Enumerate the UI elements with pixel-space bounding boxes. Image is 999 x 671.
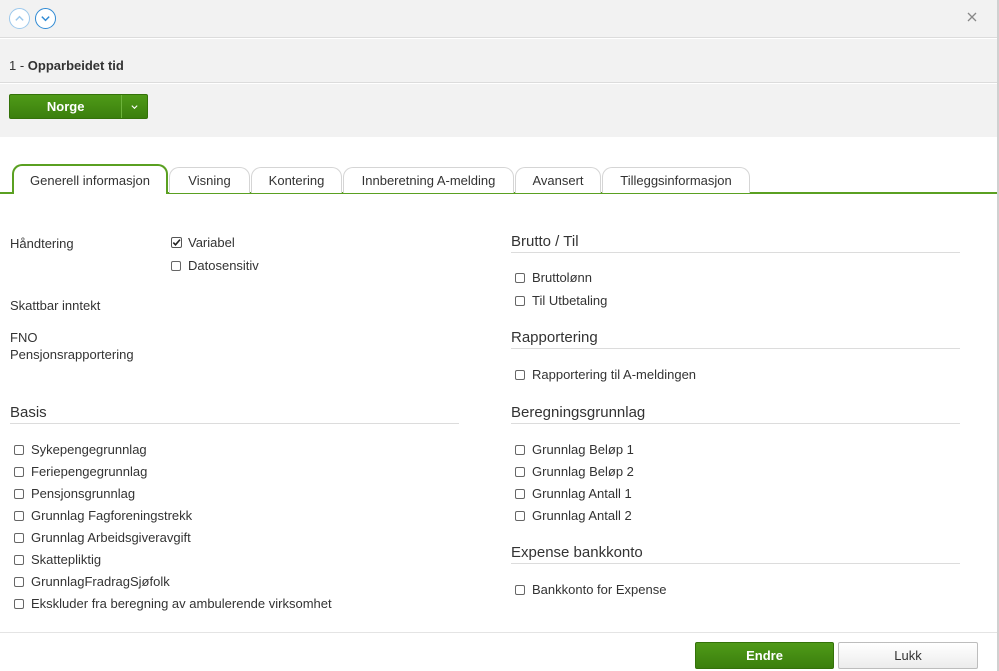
rapportering-divider [511,348,960,349]
checkbox-label: GrunnlagFradragSjøfolk [31,574,170,589]
grunnlag-antall-1-checkbox[interactable]: Grunnlag Antall 1 [515,486,632,501]
tab-label: Kontering [268,173,325,188]
checkbox-icon [515,295,525,306]
checkbox-icon [515,369,525,380]
checkbox-label: Bankkonto for Expense [532,582,667,597]
checkbox-label: Til Utbetaling [532,293,608,308]
checkbox-icon [515,272,525,283]
rapportering-section-title: Rapportering [511,329,598,346]
country-split-button: Norge [9,94,148,119]
tab-label: Avansert [532,173,584,188]
next-record-button[interactable] [35,8,56,29]
tab-kontering[interactable]: Kontering [251,167,342,193]
checkbox-label: Skattepliktig [31,552,102,567]
tab-innberetning-a-melding[interactable]: Innberetning A-melding [343,167,514,193]
checkbox-icon [14,598,24,609]
checkbox-icon [14,488,24,499]
bankkonto-for-expense-checkbox[interactable]: Bankkonto for Expense [515,582,666,597]
chevron-down-icon [131,105,138,110]
pensjonsgrunnlag-checkbox[interactable]: Pensjonsgrunnlag [14,486,135,501]
fno-label: FNO [10,330,38,345]
checkbox-label: Variabel [188,235,235,250]
feriepengegrunnlag-checkbox[interactable]: Feriepengegrunnlag [14,464,147,479]
datosensitiv-checkbox[interactable]: Datosensitiv [171,258,259,273]
checkbox-icon [14,510,24,521]
checkbox-label: Datosensitiv [188,258,259,273]
close-icon[interactable] [965,10,979,24]
checkbox-icon [515,584,525,595]
checkbox-label: Bruttolønn [532,270,592,285]
bruttolonn-checkbox[interactable]: Bruttolønn [515,270,592,285]
lukk-button[interactable]: Lukk [838,642,978,669]
brutto-til-section-title: Brutto / Til [511,233,579,250]
grunnlag-fradrag-sjofolk-checkbox[interactable]: GrunnlagFradragSjøfolk [14,574,170,589]
basis-divider [10,423,459,424]
page-title: 1 - Opparbeidet tid [9,58,124,73]
checkbox-label: Grunnlag Fagforeningstrekk [31,508,193,523]
rapportering-a-meldingen-checkbox[interactable]: Rapportering til A-meldingen [515,367,696,382]
checkbox-checked-icon [171,237,182,248]
checkbox-icon [515,488,525,499]
checkbox-label: Rapportering til A-meldingen [532,367,697,382]
grunnlag-fagforeningstrekk-checkbox[interactable]: Grunnlag Fagforeningstrekk [14,508,192,523]
til-utbetaling-checkbox[interactable]: Til Utbetaling [515,293,607,308]
checkbox-label: Grunnlag Antall 2 [532,508,632,523]
checkbox-icon [14,576,24,587]
title-name: Opparbeidet tid [27,58,124,73]
tab-label: Visning [188,173,231,188]
grunnlag-belop-2-checkbox[interactable]: Grunnlag Beløp 2 [515,464,634,479]
endre-button[interactable]: Endre [695,642,834,669]
checkbox-icon [515,510,525,521]
checkbox-label: Grunnlag Antall 1 [532,486,632,501]
checkbox-label: Ekskluder fra beregning av ambulerende v… [31,596,332,611]
checkbox-icon [515,466,525,477]
previous-record-button[interactable] [9,8,30,29]
tab-avansert[interactable]: Avansert [515,167,601,193]
tab-label: Innberetning A-melding [361,173,496,188]
grunnlag-antall-2-checkbox[interactable]: Grunnlag Antall 2 [515,508,632,523]
variabel-checkbox[interactable]: Variabel [171,235,235,250]
tab-tilleggsinformasjon[interactable]: Tilleggsinformasjon [602,167,750,193]
handtering-label: Håndtering [10,236,74,251]
expense-bankkonto-section-title: Expense bankkonto [511,544,643,561]
checkbox-label: Grunnlag Beløp 1 [532,442,634,457]
skattepliktig-checkbox[interactable]: Skattepliktig [14,552,101,567]
title-number: 1 - [9,58,28,73]
checkbox-label: Grunnlag Arbeidsgiveravgift [31,530,191,545]
checkbox-icon [14,532,24,543]
skattbar-inntekt-label: Skattbar inntekt [10,298,101,313]
checkbox-label: Feriepengegrunnlag [31,464,148,479]
checkbox-icon [171,260,181,271]
checkbox-label: Sykepengegrunnlag [31,442,147,457]
sykepengegrunnlag-checkbox[interactable]: Sykepengegrunnlag [14,442,147,457]
expense-divider [511,563,960,564]
checkbox-label: Grunnlag Beløp 2 [532,464,634,479]
chevron-down-icon [41,16,50,22]
checkbox-icon [515,444,525,455]
grunnlag-belop-1-checkbox[interactable]: Grunnlag Beløp 1 [515,442,634,457]
checkbox-icon [14,466,24,477]
beregningsgrunnlag-divider [511,423,960,424]
title-bar: 1 - Opparbeidet tid [0,39,999,83]
pensjonsrapportering-label: Pensjonsrapportering [10,347,134,362]
tab-generell-informasjon[interactable]: Generell informasjon [12,164,168,194]
beregningsgrunnlag-section-title: Beregningsgrunnlag [511,404,646,421]
tab-label: Generell informasjon [30,172,150,188]
checkbox-icon [14,554,24,565]
ekskluder-ambulerende-checkbox[interactable]: Ekskluder fra beregning av ambulerende v… [14,596,332,611]
grunnlag-arbeidsgiveravgift-checkbox[interactable]: Grunnlag Arbeidsgiveravgift [14,530,191,545]
country-button[interactable]: Norge [10,95,121,118]
top-toolbar [0,0,999,38]
action-bar: Norge [0,84,999,137]
tab-visning[interactable]: Visning [169,167,250,193]
footer-divider [0,632,999,633]
chevron-up-icon [15,15,24,21]
checkbox-label: Pensjonsgrunnlag [31,486,136,501]
tab-label: Tilleggsinformasjon [620,173,732,188]
country-dropdown-toggle[interactable] [121,95,147,118]
basis-section-title: Basis [10,404,47,421]
checkbox-icon [14,444,24,455]
brutto-divider [511,252,960,253]
